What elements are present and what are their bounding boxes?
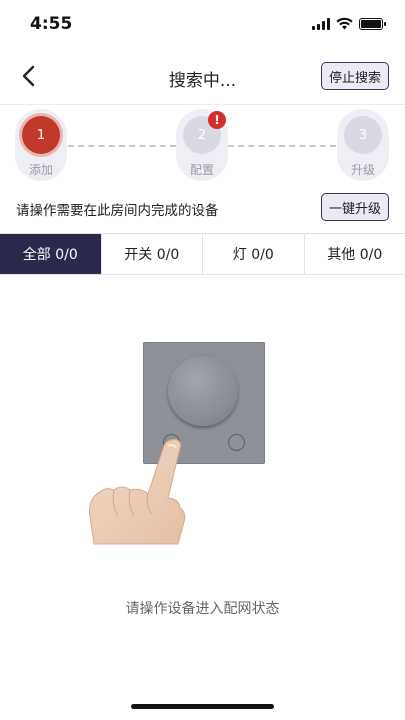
- status-icons: [312, 17, 386, 30]
- status-time: 4:55: [30, 14, 73, 34]
- status-bar: 4:55: [0, 0, 405, 46]
- cellular-signal-icon: [312, 17, 330, 30]
- pairing-prompt: 请操作设备进入配网状态: [125, 601, 280, 617]
- tab-other[interactable]: 其他 0/0: [305, 234, 405, 274]
- wifi-icon: [336, 17, 353, 30]
- nav-bar: 搜索中... 停止搜索: [0, 52, 405, 100]
- step-number: 1: [22, 116, 60, 154]
- step-upgrade: 3 升级: [337, 109, 389, 181]
- step-label: 配置: [189, 163, 214, 177]
- one-click-upgrade-button[interactable]: 一键升级: [320, 193, 389, 221]
- step-connector: [68, 145, 176, 147]
- step-label: 升级: [350, 163, 375, 177]
- rotary-knob: [168, 356, 238, 426]
- pointing-hand-icon: [89, 439, 186, 545]
- battery-icon: [359, 17, 386, 30]
- tab-all[interactable]: 全部 0/0: [0, 234, 102, 274]
- alert-badge-icon: !: [208, 111, 226, 129]
- device-filter-tabs: 全部 0/0 开关 0/0 灯 0/0 其他 0/0: [0, 233, 405, 275]
- step-label: 添加: [28, 163, 53, 177]
- panel-button-right: [228, 434, 245, 451]
- home-indicator[interactable]: [131, 704, 274, 709]
- step-number: 3: [344, 116, 382, 154]
- progress-steps: 1 添加 2 ! 配置 3 升级: [0, 104, 405, 184]
- step-connector: [228, 145, 336, 147]
- step-config: 2 ! 配置: [176, 109, 228, 181]
- device-pairing-illustration: [88, 340, 278, 550]
- stop-search-button[interactable]: 停止搜索: [320, 62, 389, 90]
- step-add: 1 添加: [15, 109, 67, 181]
- instruction-row: 请操作需要在此房间内完成的设备 一键升级: [0, 190, 405, 226]
- tab-switch[interactable]: 开关 0/0: [102, 234, 203, 274]
- tab-light[interactable]: 灯 0/0: [203, 234, 305, 274]
- instruction-text: 请操作需要在此房间内完成的设备: [16, 203, 219, 219]
